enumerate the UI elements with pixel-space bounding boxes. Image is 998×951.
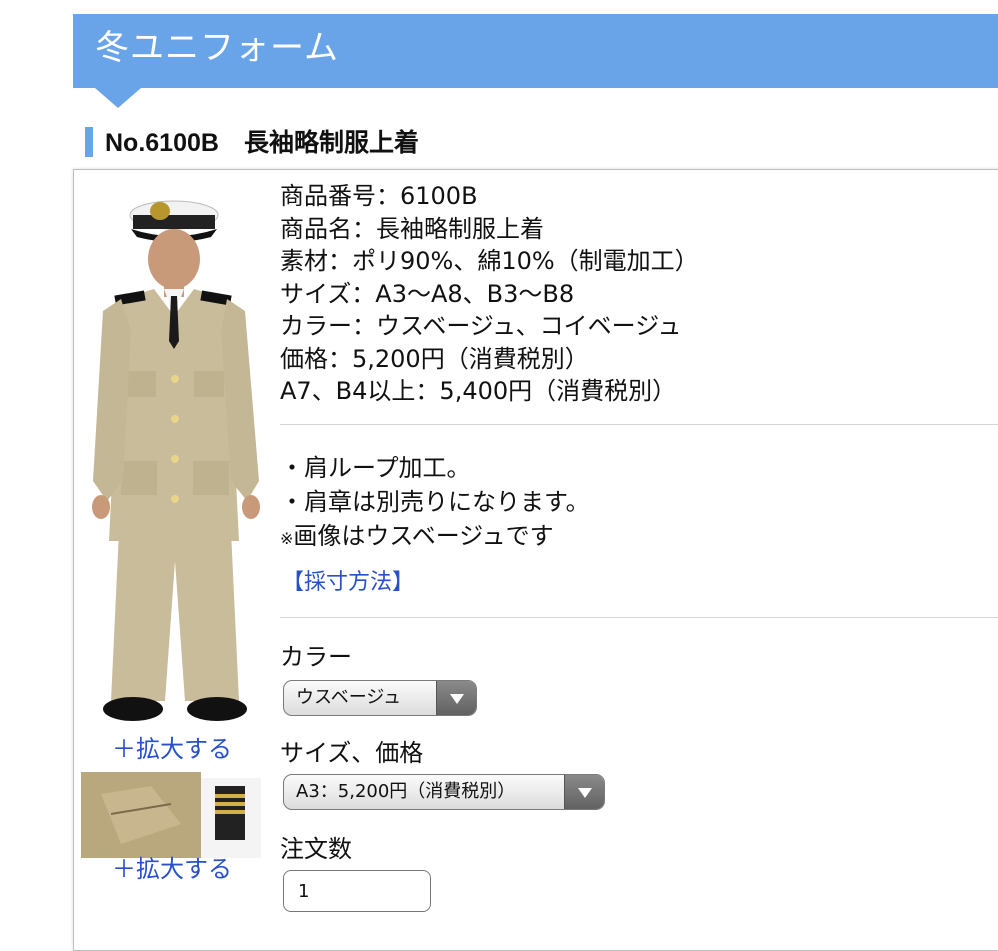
divider-2 [280,617,998,618]
detail-product-name: 商品名：長袖略制服上着 [280,214,544,243]
heading-accent-bar [85,127,93,157]
product-heading: No.6100B 長袖略制服上着 [105,129,419,157]
detail-size: サイズ：A3〜A8、B3〜B8 [280,279,575,308]
size-price-select[interactable]: A3：5,200円（消費税別） [283,774,605,810]
size-select-value: A3：5,200円（消費税別） [296,781,516,802]
note-image-color: ※画像はウスベージュです [280,519,590,556]
product-notes: ・肩ループ加工。 ・肩章は別売りになります。 ※画像はウスベージュです [280,451,590,556]
detail-material: 素材：ポリ90%、綿10%（制電加工） [280,247,699,275]
banner-pointer-icon [95,88,141,108]
note-epaulette: ・肩章は別売りになります。 [280,488,590,516]
detail-thumbnail[interactable] [81,764,261,858]
zoom-link-1[interactable]: ＋拡大する [112,734,232,764]
zoom-link-2[interactable]: ＋拡大する [112,854,232,884]
size-price-label: サイズ、価格 [280,739,424,767]
category-banner: 冬ユニフォーム [73,14,998,108]
note-mark: ※ [280,529,294,548]
product-details: 商品番号：6100B 商品名：長袖略制服上着 素材：ポリ90%、綿10%（制電加… [280,180,699,408]
detail-color: カラー：ウスベージュ、コイベージュ [280,312,682,340]
product-photo[interactable] [81,181,271,737]
color-select-value: ウスベージュ [296,687,402,708]
chevron-down-icon [436,681,476,715]
note-image-text: 画像はウスベージュです [293,522,554,550]
measurement-link[interactable]: 【採寸方法】 [282,566,414,600]
color-select[interactable]: ウスベージュ [283,680,477,716]
divider-1 [280,424,998,425]
quantity-label: 注文数 [280,835,352,863]
chevron-down-icon [564,775,604,809]
detail-price: 価格：5,200円（消費税別） [280,344,589,373]
note-shoulder-loop: ・肩ループ加工。 [280,454,471,482]
color-label: カラー [280,643,352,671]
detail-price-large: A7、B4以上：5,400円（消費税別） [280,377,677,405]
detail-product-number: 商品番号：6100B [280,182,478,210]
quantity-input[interactable] [283,870,431,912]
category-title: 冬ユニフォーム [95,28,339,68]
